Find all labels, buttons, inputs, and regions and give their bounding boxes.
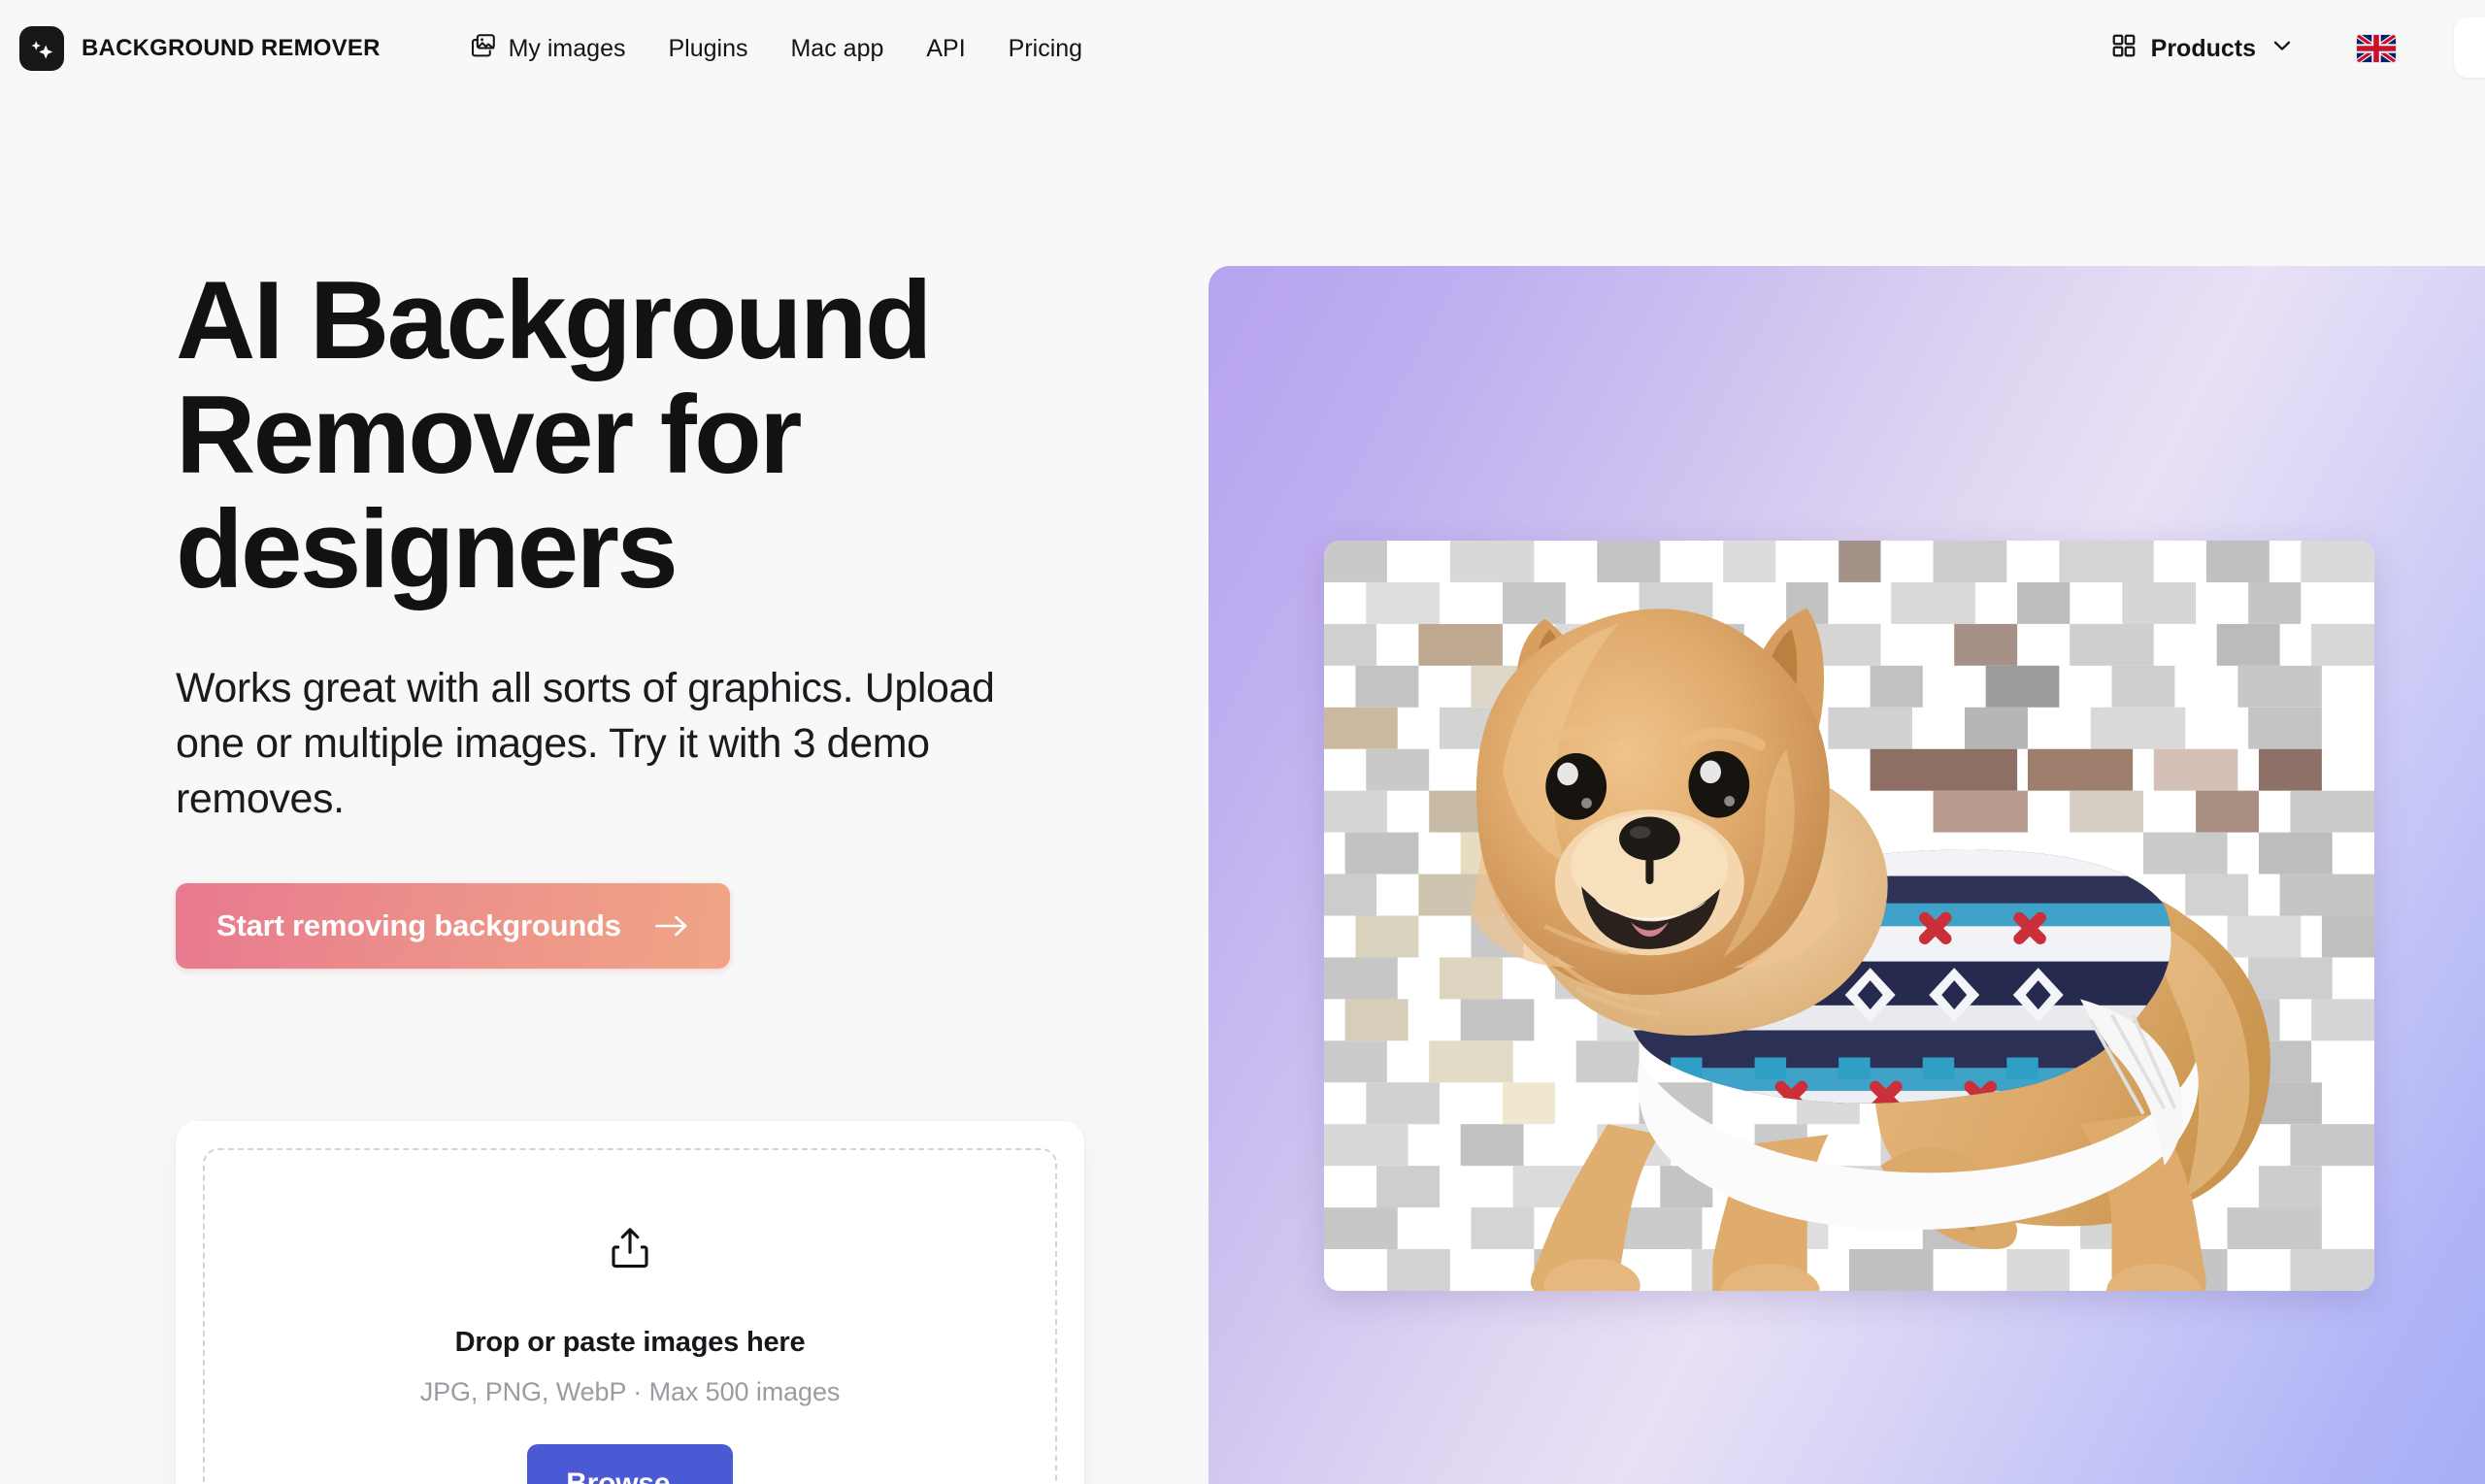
dropzone-formats: JPG, PNG, WebP · Max 500 images (419, 1377, 841, 1406)
header-actions: Products (2101, 24, 2396, 74)
upload-icon (609, 1226, 651, 1275)
chevron-down-icon (2270, 33, 2295, 65)
cta-label: Start removing backgrounds (216, 907, 621, 942)
grid-icon (2110, 32, 2137, 66)
brand-name: BACKGROUND REMOVER (82, 35, 381, 61)
dropzone[interactable]: Drop or paste images here JPG, PNG, WebP… (203, 1148, 1057, 1484)
brand-logo[interactable]: BACKGROUND REMOVER (19, 26, 381, 71)
arrow-right-icon (654, 911, 689, 940)
site-header: BACKGROUND REMOVER My images Plugins Mac… (0, 0, 2485, 97)
hero-preview-panel (1209, 266, 2485, 1484)
nav-label: My images (508, 34, 626, 62)
images-icon (470, 31, 498, 66)
hero-subhead: Works great with all sorts of graphics. … (176, 664, 995, 823)
nav-label: Plugins (668, 34, 748, 62)
nav-label: Pricing (1008, 34, 1083, 62)
nav-item-plugins[interactable]: Plugins (646, 25, 769, 73)
nav-label: API (926, 34, 966, 62)
nav-item-my-images[interactable]: My images (448, 21, 647, 76)
products-menu-button[interactable]: Products (2101, 24, 2304, 74)
nav-item-pricing[interactable]: Pricing (987, 25, 1104, 73)
dog-photo (1471, 608, 2270, 1291)
nav-label: Mac app (790, 34, 884, 62)
products-label: Products (2150, 34, 2256, 62)
edge-floating-widget[interactable] (2454, 17, 2485, 78)
page-title: AI Background Remover for designers (176, 259, 933, 611)
preview-image-card[interactable] (1324, 541, 2374, 1291)
sparkle-logo-icon (19, 26, 64, 71)
page-root: BACKGROUND REMOVER My images Plugins Mac… (0, 0, 2485, 1484)
hero-copy: AI Background Remover for designers Work… (176, 264, 1108, 969)
nav-item-mac-app[interactable]: Mac app (769, 25, 905, 73)
uk-flag-icon[interactable] (2357, 35, 2396, 62)
upload-card: Drop or paste images here JPG, PNG, WebP… (176, 1121, 1084, 1484)
nav-item-api[interactable]: API (905, 25, 986, 73)
browse-button[interactable]: Browse... (527, 1444, 733, 1484)
dropzone-title: Drop or paste images here (454, 1327, 806, 1358)
main-nav: My images Plugins Mac app API Pricing (448, 21, 1104, 76)
start-removing-backgrounds-button[interactable]: Start removing backgrounds (176, 882, 730, 969)
